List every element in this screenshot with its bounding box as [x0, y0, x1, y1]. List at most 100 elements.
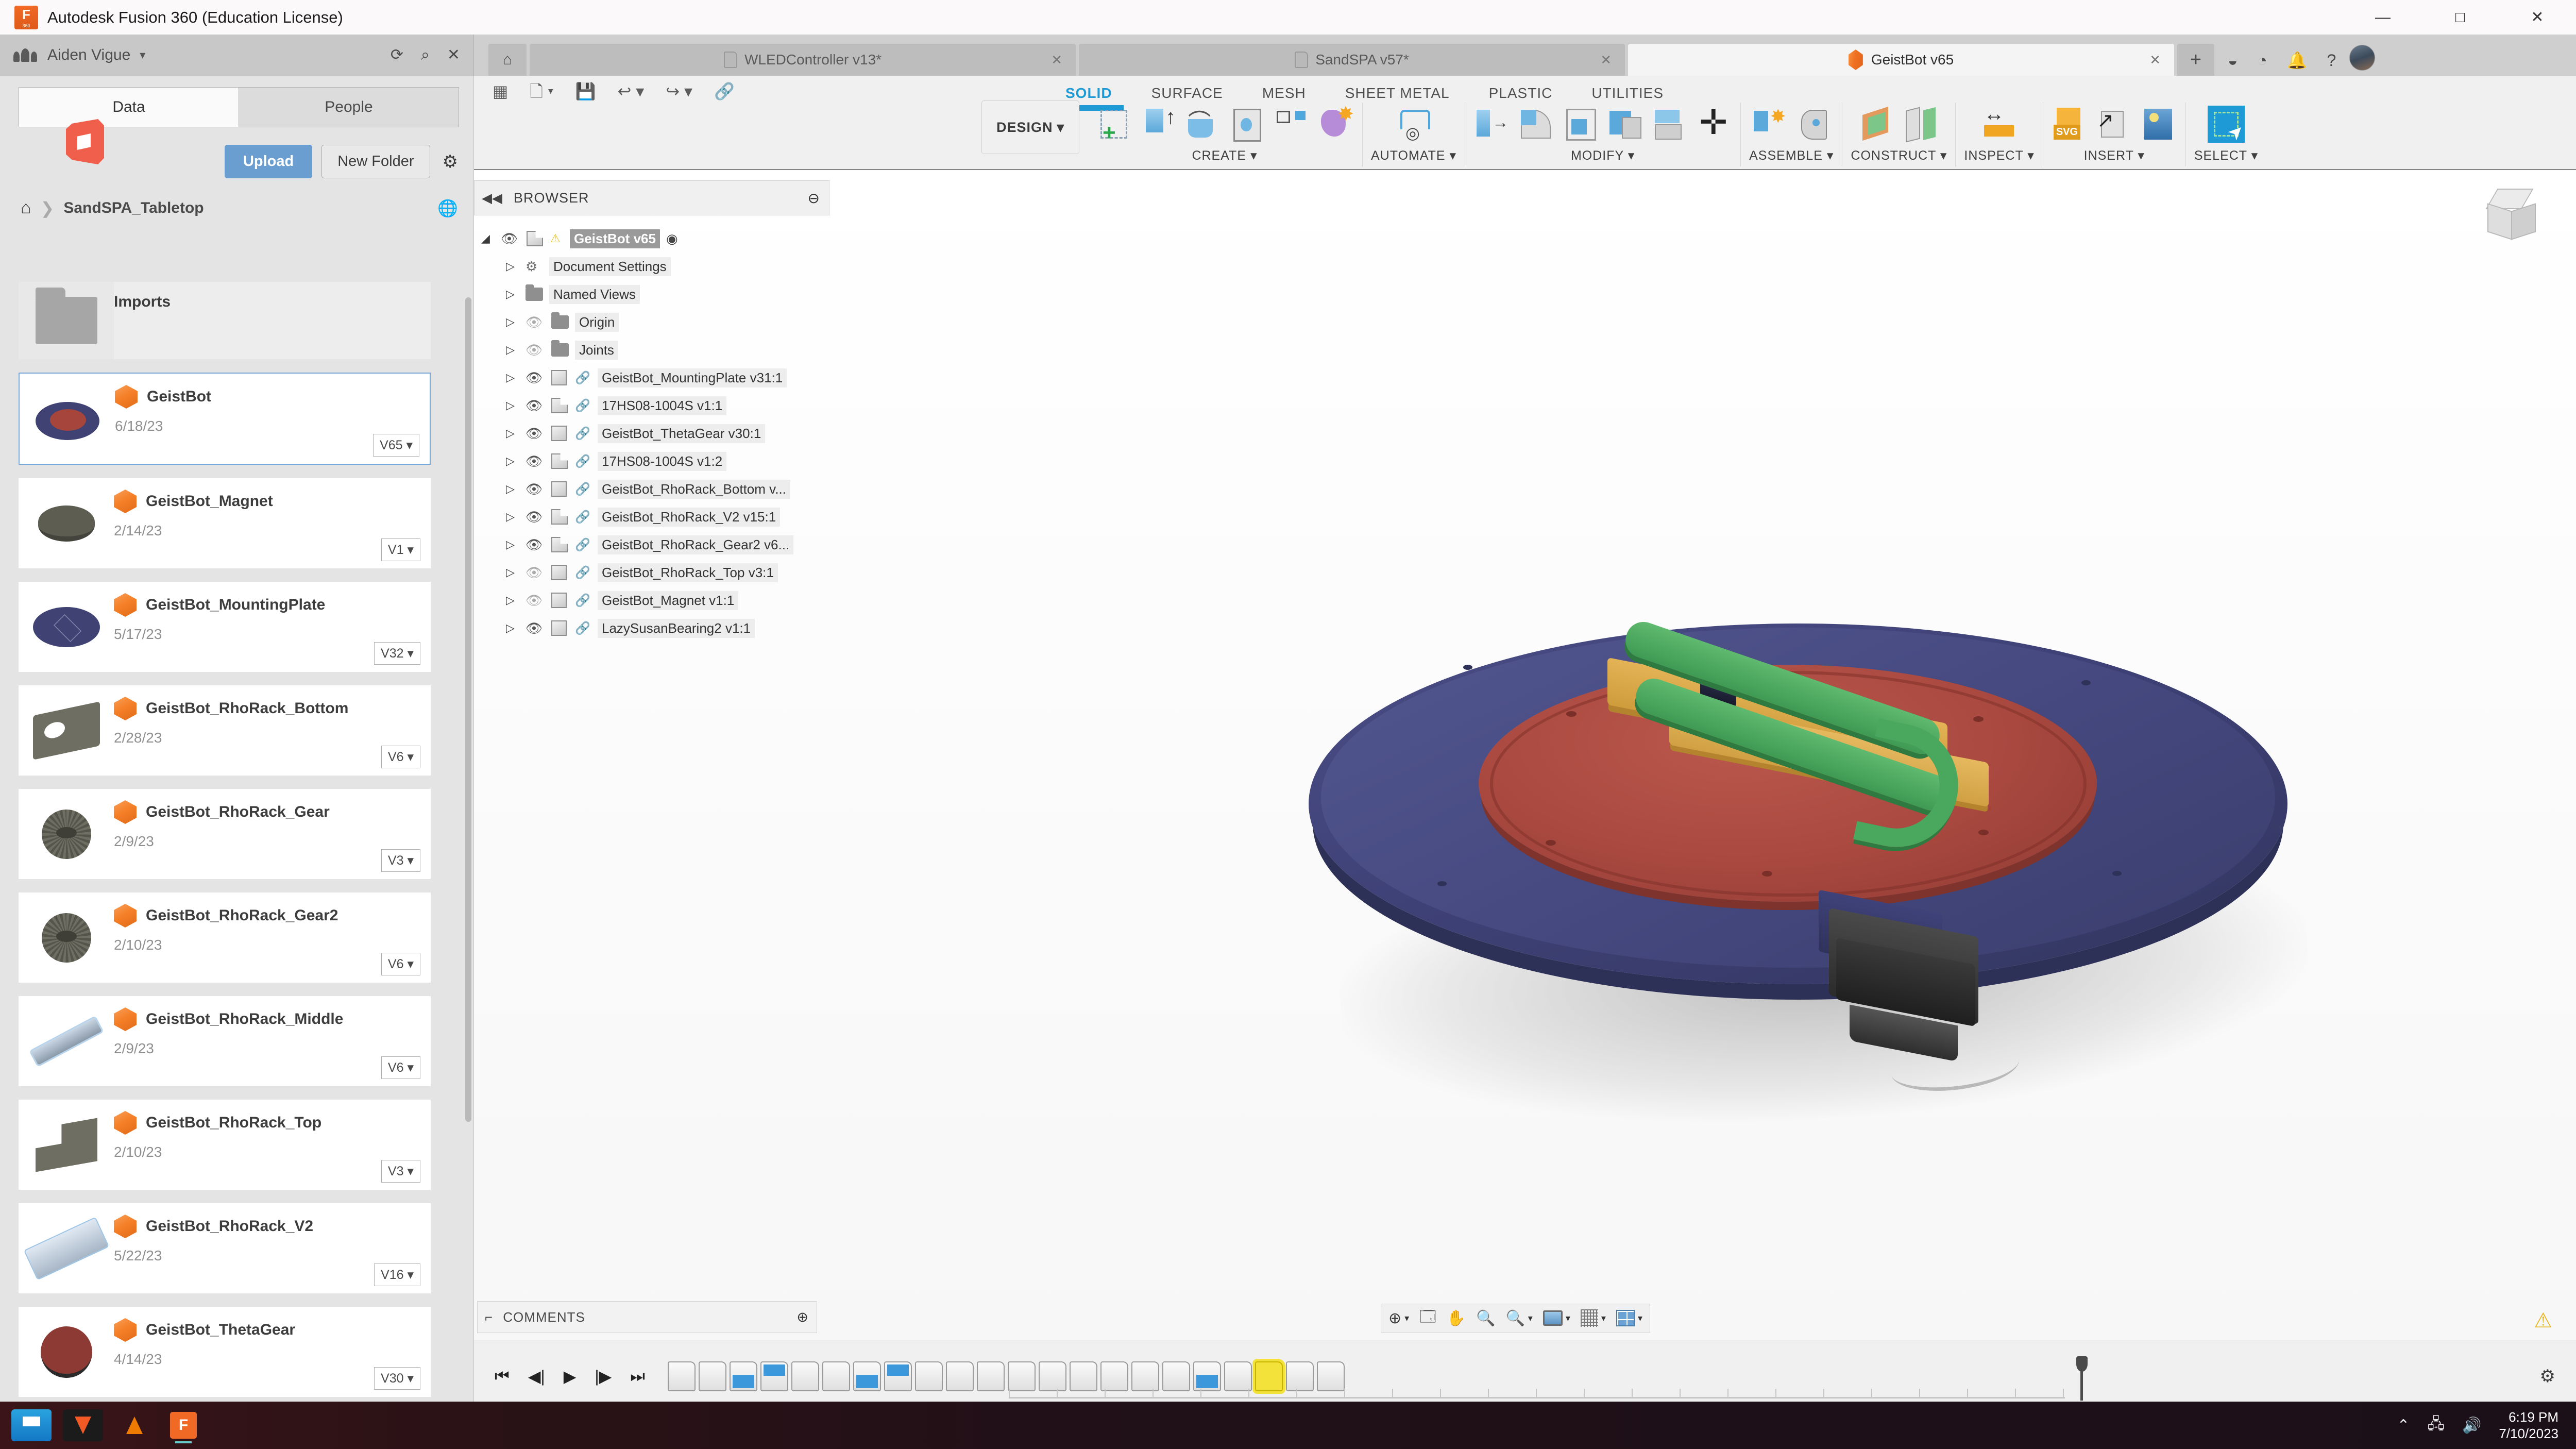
fusion360-icon[interactable]: [170, 1412, 197, 1443]
view-cube[interactable]: [2482, 186, 2539, 242]
timeline-feature[interactable]: [1008, 1361, 1036, 1391]
expand-arrow-icon[interactable]: ▷: [506, 482, 526, 496]
redo-icon[interactable]: ↪ ▾: [666, 83, 692, 99]
orbit-icon[interactable]: ⊕ ▾: [1388, 1309, 1409, 1327]
globe-icon[interactable]: 🌐: [437, 198, 458, 218]
version-badge[interactable]: V65 ▾: [373, 434, 419, 457]
expand-arrow-icon[interactable]: ▷: [506, 621, 526, 635]
timeline-feature[interactable]: [699, 1361, 727, 1391]
measure-icon[interactable]: [1981, 103, 2018, 143]
visibility-off-icon[interactable]: 👁: [526, 593, 551, 609]
list-item[interactable]: GeistBot_RhoRack_V2 5/22/23 V16 ▾: [19, 1203, 431, 1293]
pan-icon[interactable]: ✋: [1447, 1309, 1466, 1327]
upload-button[interactable]: Upload: [224, 145, 313, 178]
press-pull-icon[interactable]: [1473, 106, 1511, 143]
ribbon-group-label[interactable]: CREATE ▾: [1192, 148, 1257, 163]
timeline-feature[interactable]: [1070, 1361, 1098, 1391]
visibility-icon[interactable]: 👁: [526, 620, 551, 636]
data-panel-scrollbar[interactable]: [465, 297, 471, 1122]
list-item[interactable]: GeistBot_RhoRack_Top 2/10/23 V3 ▾: [19, 1100, 431, 1190]
expand-arrow-icon[interactable]: ▷: [506, 594, 526, 607]
timeline-feature[interactable]: [1193, 1361, 1222, 1391]
expand-arrow-icon[interactable]: ▷: [506, 454, 526, 468]
visibility-icon[interactable]: 👁: [526, 509, 551, 525]
zoom-icon[interactable]: 🔍: [1476, 1309, 1495, 1327]
plane-through-points-icon[interactable]: [1903, 106, 1940, 143]
undo-icon[interactable]: ↩ ▾: [618, 83, 645, 99]
look-at-icon[interactable]: 🗔: [1419, 1305, 1436, 1332]
document-tab-0[interactable]: WLEDController v13* ✕: [530, 44, 1076, 76]
timeline-feature[interactable]: [853, 1361, 882, 1391]
hole-icon[interactable]: [1228, 106, 1265, 143]
fillet-icon[interactable]: [1518, 106, 1555, 143]
tree-item-rhorack-gear2[interactable]: ▷ 👁 🔗 GeistBot_RhoRack_Gear2 v6...: [474, 531, 835, 559]
list-item[interactable]: GeistBot_RhoRack_Gear 2/9/23 V3 ▾: [19, 789, 431, 879]
tree-item-origin[interactable]: ▷ 👁 Origin: [474, 308, 835, 336]
list-item[interactable]: GeistBot_RhoRack_Gear2 2/10/23 V6 ▾: [19, 892, 431, 983]
version-badge[interactable]: V3 ▾: [381, 1160, 420, 1183]
timeline-feature[interactable]: [1317, 1361, 1345, 1391]
extrude-icon[interactable]: [1140, 106, 1177, 143]
visibility-icon[interactable]: 👁: [501, 231, 527, 247]
document-tab-1[interactable]: SandSPA v57* ✕: [1079, 44, 1625, 76]
version-badge[interactable]: V6 ▾: [381, 746, 420, 768]
visibility-icon[interactable]: 👁: [526, 398, 551, 414]
brave-icon[interactable]: [63, 1409, 103, 1441]
save-icon[interactable]: 💾: [575, 83, 596, 99]
breadcrumb-project[interactable]: SandSPA_Tabletop: [63, 199, 204, 217]
ribbon-group-label[interactable]: ASSEMBLE ▾: [1749, 148, 1834, 163]
expand-arrow-icon[interactable]: ▷: [506, 371, 526, 384]
timeline-feature[interactable]: [1286, 1361, 1314, 1391]
collapse-panel-icon[interactable]: ◀◀: [482, 190, 502, 206]
expand-comments-icon[interactable]: ⌐: [485, 1309, 493, 1325]
folder-item[interactable]: Imports: [19, 282, 431, 359]
play-button[interactable]: ▶: [564, 1367, 577, 1386]
visibility-icon[interactable]: 👁: [526, 426, 551, 442]
derive-icon[interactable]: [2096, 106, 2133, 143]
new-document-icon[interactable]: 🗋 ▾: [530, 83, 553, 99]
expand-arrow-icon[interactable]: ◢: [481, 232, 501, 245]
vlc-icon[interactable]: [114, 1409, 155, 1441]
visibility-icon[interactable]: 👁: [526, 370, 551, 386]
close-tab-icon[interactable]: ✕: [1600, 52, 1612, 68]
list-item[interactable]: GeistBot_ThetaGear 4/14/23 V30 ▾: [19, 1307, 431, 1397]
joint-icon[interactable]: [1795, 106, 1832, 143]
activate-component-radio[interactable]: ◉: [666, 231, 678, 247]
timeline-feature[interactable]: [822, 1361, 851, 1391]
volume-icon[interactable]: 🔊: [2462, 1417, 2481, 1435]
timeline-feature[interactable]: [1100, 1361, 1129, 1391]
visibility-off-icon[interactable]: 👁: [526, 342, 551, 358]
version-badge[interactable]: V6 ▾: [381, 953, 420, 975]
minimize-browser-icon[interactable]: ⊖: [808, 190, 820, 207]
ribbon-group-label[interactable]: INSPECT ▾: [1964, 148, 2034, 163]
automated-modeling-icon[interactable]: [1395, 106, 1432, 143]
timeline-feature[interactable]: [915, 1361, 943, 1391]
visibility-icon[interactable]: 👁: [526, 537, 551, 553]
tree-item-document-settings[interactable]: ▷ ⚙ Document Settings: [474, 252, 835, 280]
new-tab-button[interactable]: +: [2177, 44, 2214, 76]
notifications-icon[interactable]: 🔔: [2287, 52, 2308, 69]
tree-item-lazysusanbearing2[interactable]: ▷ 👁 🔗 LazySusanBearing2 v1:1: [474, 614, 835, 642]
insert-svg-icon[interactable]: [2052, 106, 2089, 143]
list-item[interactable]: GeistBot 6/18/23 V65 ▾: [19, 373, 431, 465]
ribbon-group-label[interactable]: MODIFY ▾: [1571, 148, 1635, 163]
tree-item-rhorack-top[interactable]: ▷ 👁 🔗 GeistBot_RhoRack_Top v3:1: [474, 559, 835, 586]
tree-item-named-views[interactable]: ▷ Named Views: [474, 280, 835, 308]
step-back-button[interactable]: ◀|: [528, 1367, 545, 1386]
home-icon[interactable]: ⌂: [21, 198, 31, 218]
timeline-feature[interactable]: [760, 1361, 789, 1391]
list-item[interactable]: GeistBot_RhoRack_Middle 2/9/23 V6 ▾: [19, 996, 431, 1086]
form-icon[interactable]: [1317, 103, 1354, 143]
tab-data[interactable]: Data: [19, 87, 239, 127]
tab-surface[interactable]: SURFACE: [1132, 82, 1243, 105]
broken-link-warning-icon[interactable]: 🔗: [714, 83, 735, 99]
timeline-feature[interactable]: [1255, 1361, 1283, 1391]
add-comment-icon[interactable]: ⊕: [796, 1309, 808, 1325]
display-settings-icon[interactable]: ▾: [1543, 1310, 1570, 1326]
ribbon-group-label[interactable]: INSERT ▾: [2084, 148, 2145, 163]
offset-face-icon[interactable]: [1651, 106, 1688, 143]
ribbon-group-label[interactable]: AUTOMATE ▾: [1371, 148, 1456, 163]
minimize-button[interactable]: —: [2344, 0, 2421, 35]
expand-arrow-icon[interactable]: ▷: [506, 538, 526, 551]
grid-snaps-icon[interactable]: ▾: [1580, 1309, 1606, 1327]
